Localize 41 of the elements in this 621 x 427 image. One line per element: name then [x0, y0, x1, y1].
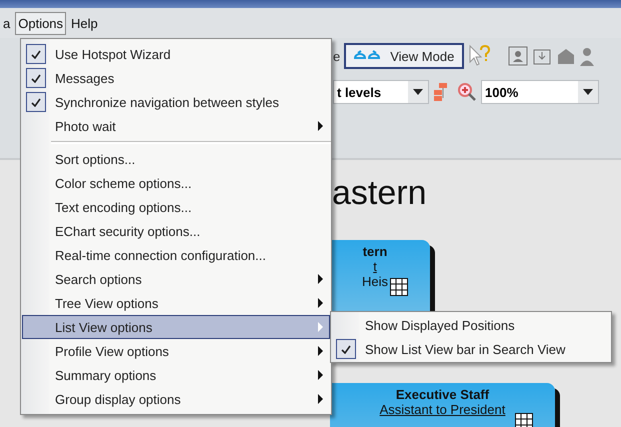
- menu-item[interactable]: Synchronize navigation between styles: [22, 90, 330, 114]
- menu-item[interactable]: Show List View bar in Search View: [332, 337, 610, 361]
- grid-icon[interactable]: [390, 278, 408, 296]
- menu-item[interactable]: Photo wait: [22, 114, 330, 138]
- glasses-icon: [354, 50, 380, 62]
- caret-icon: [583, 89, 593, 95]
- toolbar-label: e: [333, 48, 340, 64]
- checkmark-icon: [31, 98, 41, 106]
- card-link[interactable]: Assistant to President: [380, 402, 506, 417]
- menu-item[interactable]: Text encoding options...: [22, 195, 330, 219]
- position-card[interactable]: Executive Staff Assistant to President: [330, 383, 555, 427]
- checkmark-icon: [31, 74, 41, 82]
- menu-title[interactable]: Options: [15, 12, 66, 34]
- menu-item[interactable]: Profile View options: [22, 339, 330, 363]
- portrait-icon[interactable]: [508, 46, 528, 66]
- menu-title[interactable]: Help: [68, 12, 101, 34]
- checkmark-icon: [31, 50, 41, 58]
- menu-item[interactable]: Summary options: [22, 363, 330, 387]
- menu-item[interactable]: Sort options...: [22, 147, 330, 171]
- zoom-in-icon[interactable]: [457, 82, 477, 102]
- menu-title[interactable]: a: [0, 12, 14, 34]
- menu-item[interactable]: Color scheme options...: [22, 171, 330, 195]
- menu-item[interactable]: List View options: [22, 315, 330, 339]
- chart-title: astern: [332, 174, 426, 213]
- card-title: Executive Staff: [396, 387, 490, 402]
- card-name: Heis: [362, 274, 388, 289]
- caret-icon: [413, 89, 423, 95]
- menu-item[interactable]: Group display options: [22, 387, 330, 411]
- menu-item[interactable]: Use Hotspot Wizard: [22, 42, 330, 66]
- menu-item[interactable]: EChart security options...: [22, 219, 330, 243]
- card-link[interactable]: t: [373, 259, 377, 274]
- house-icon[interactable]: [556, 46, 576, 66]
- view-mode-button[interactable]: View Mode: [344, 43, 464, 69]
- checkmark-icon: [341, 344, 351, 354]
- person-icon[interactable]: [580, 46, 594, 66]
- grid-icon[interactable]: [515, 413, 533, 427]
- help-pointer-icon[interactable]: [468, 44, 490, 68]
- levels-dropdown[interactable]: t levels: [333, 80, 429, 104]
- card-title: tern: [362, 244, 388, 259]
- menu-item[interactable]: Messages: [22, 66, 330, 90]
- zoom-dropdown[interactable]: 100%: [481, 80, 599, 104]
